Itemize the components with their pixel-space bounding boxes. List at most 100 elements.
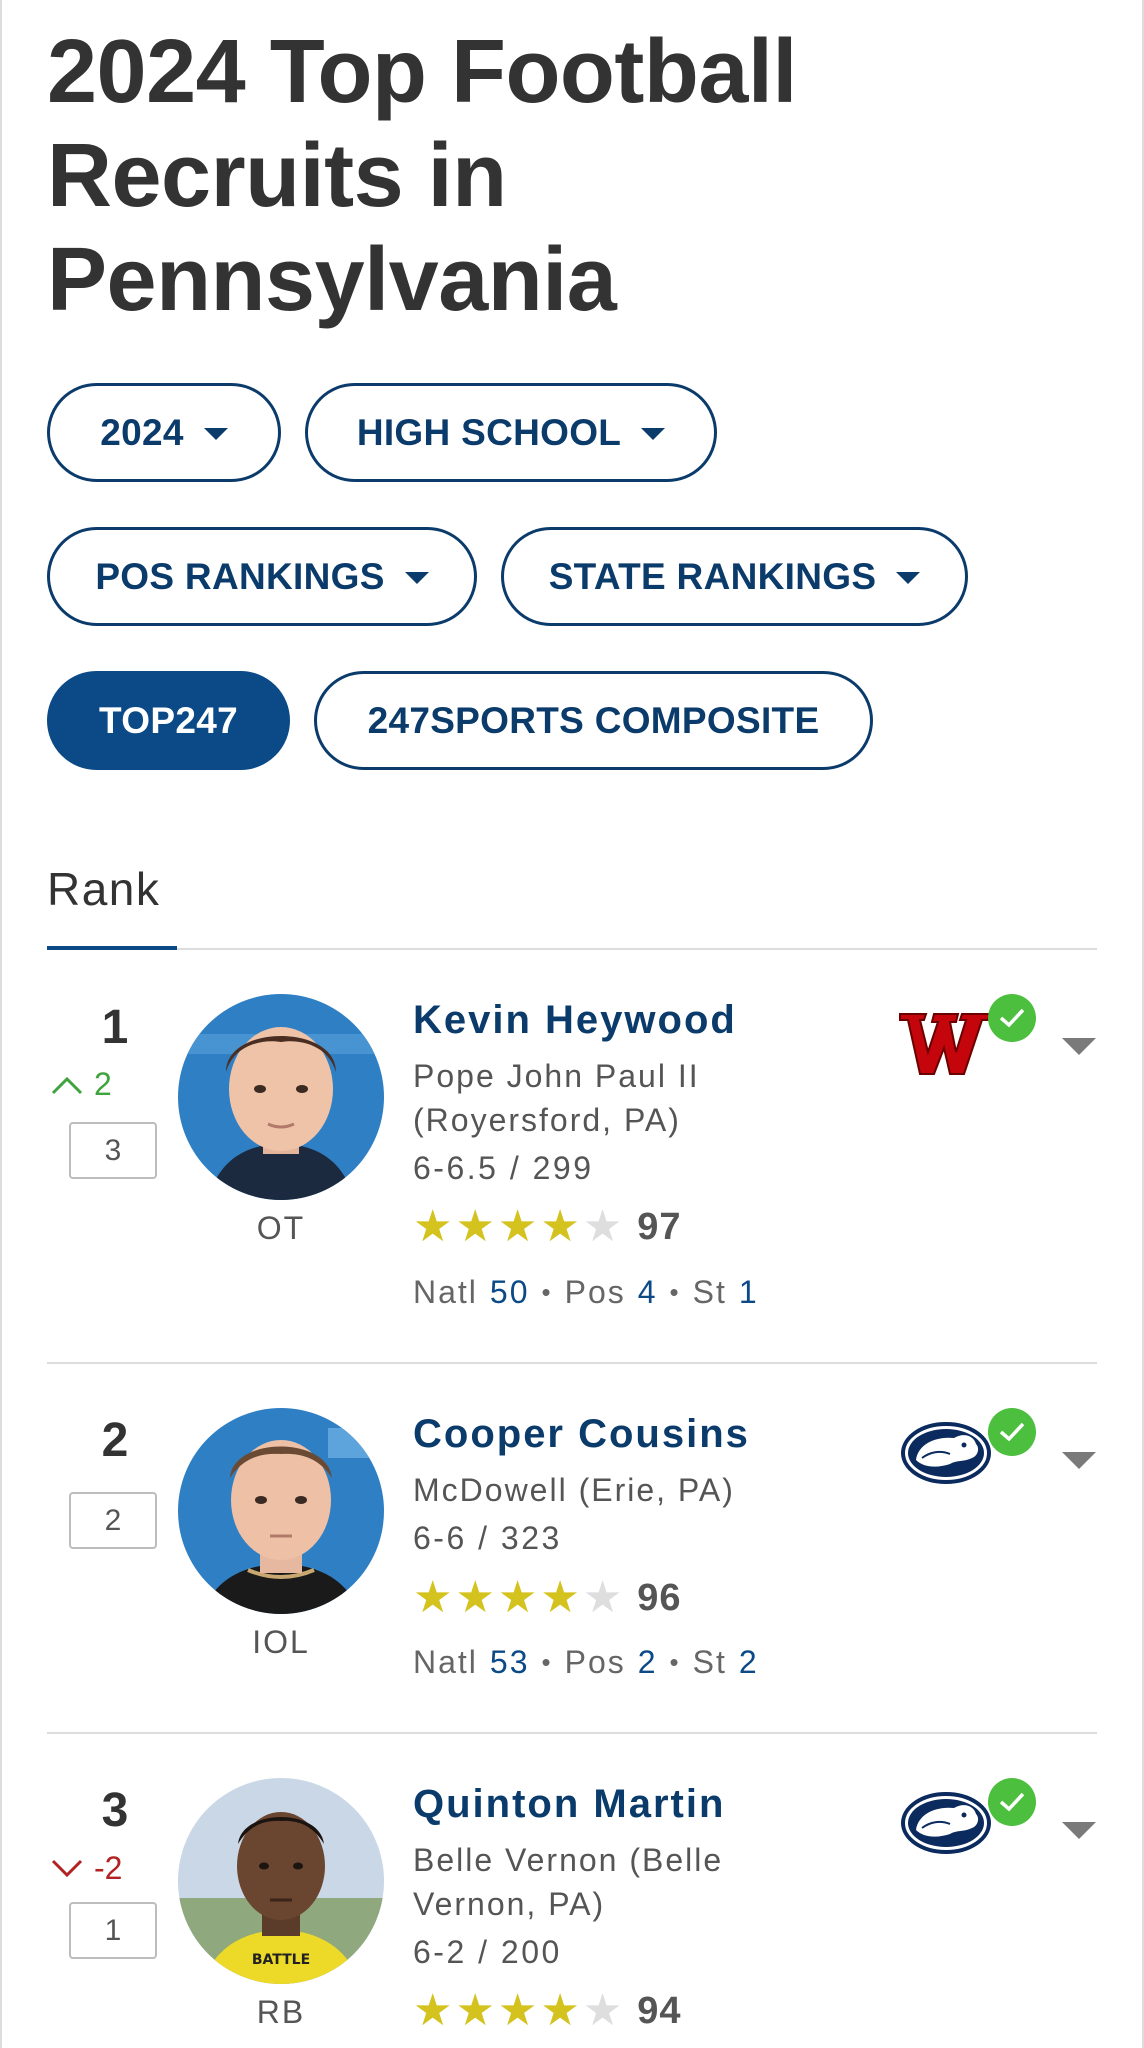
star-icon: ★ [497,1201,538,1252]
natl-rank[interactable]: 50 [490,1274,530,1311]
pos-label: Pos [564,1644,626,1680]
star-icon: ★ [455,1201,495,1252]
chevron-down-icon[interactable] [1062,1822,1096,1839]
star-icon: ★ [497,1985,538,2036]
state-rank[interactable]: 1 [739,1274,759,1311]
player-measurements: 6-6.5 / 299 [413,1150,594,1186]
state-rankings-label: STATE RANKINGS [548,555,877,597]
player-rating: 97 [637,1205,682,1248]
school-line: Vernon, PA) [413,1886,606,1922]
player-rating: 94 [637,1989,682,2032]
rank-number: 2 [101,1414,129,1467]
player-school: Belle Vernon (Belle Vernon, PA) [413,1838,833,1926]
rank-number: 3 [101,1784,129,1837]
star-icon: ★ [455,1572,495,1623]
star-icon: ★ [540,1985,580,2036]
chevron-down-icon[interactable] [1062,1038,1096,1055]
star-icon: ★ [413,1201,453,1252]
row-divider [47,1362,1097,1364]
star-rating: ★ ★ ★ ★ ★ 96 [413,1576,682,1620]
penn-state-logo[interactable] [898,1788,993,1858]
star-icon: ★ [413,1572,453,1623]
caret-down-icon [203,427,228,440]
pos-rank[interactable]: 2 [638,1644,658,1681]
player-photo[interactable]: BATTLE [178,1778,384,1984]
composite-label: 247SPORTS COMPOSITE [367,699,820,741]
player-position: OT [256,1210,306,1246]
year-dropdown-label: 2024 [100,411,184,453]
st-label: St [692,1274,727,1310]
rank-breakdown: Natl 50 • Pos 4 • St 1 [413,1274,759,1311]
player-name[interactable]: Kevin Heywood [413,998,737,1043]
player-photo[interactable] [178,1408,384,1614]
school-line: (Royersford, PA) [413,1102,681,1138]
star-icon: ★ [413,1985,453,2036]
natl-rank[interactable]: 53 [490,1644,530,1681]
star-icon: ★ [540,1201,580,1252]
check-circle-icon [988,1408,1036,1456]
rank-tab[interactable]: Rank [47,862,160,916]
star-icon: ★ [497,1572,538,1623]
chevron-up-icon [51,1076,83,1094]
star-empty-icon: ★ [582,1985,623,2036]
player-measurements: 6-2 / 200 [413,1934,562,1970]
player-position: RB [256,1994,306,2030]
player-name[interactable]: Cooper Cousins [413,1412,750,1457]
state-rank[interactable]: 2 [739,1644,759,1681]
rank-movement: -2 [50,1850,160,1887]
player-school: McDowell (Erie, PA) [413,1468,833,1512]
year-dropdown[interactable]: 2024 [47,383,281,482]
rank-number: 1 [101,1001,129,1054]
page-title: 2024 Top Football Recruits in Pennsylvan… [47,22,797,330]
previous-rank-box: 1 [69,1902,157,1959]
penn-state-logo[interactable] [898,1418,993,1488]
school-line: Belle Vernon (Belle [413,1842,724,1878]
pos-label: Pos [564,1274,626,1310]
state-rankings-dropdown[interactable]: STATE RANKINGS [501,527,968,626]
header-divider [47,948,1097,950]
player-school: Pope John Paul II (Royersford, PA) [413,1054,833,1142]
player-photo[interactable] [178,994,384,1200]
star-empty-icon: ★ [582,1201,623,1252]
previous-rank-box: 3 [69,1122,157,1179]
natl-label: Natl [413,1644,478,1680]
star-rating: ★ ★ ★ ★ ★ 97 [413,1205,682,1249]
separator-dot: • [541,1277,553,1307]
check-circle-icon [988,994,1036,1042]
separator-dot: • [669,1647,681,1677]
level-dropdown[interactable]: HIGH SCHOOL [305,383,717,482]
caret-down-icon [641,427,666,440]
star-empty-icon: ★ [582,1572,623,1623]
st-label: St [692,1644,727,1680]
pos-rank[interactable]: 4 [638,1274,658,1311]
school-line: Pope John Paul II [413,1058,700,1094]
pos-rankings-label: POS RANKINGS [95,555,385,597]
star-icon: ★ [540,1572,580,1623]
player-name[interactable]: Quinton Martin [413,1782,725,1827]
rank-tab-underline [47,946,177,950]
wisconsin-logo[interactable] [898,1008,993,1078]
star-icon: ★ [455,1985,495,2036]
composite-toggle[interactable]: 247SPORTS COMPOSITE [314,671,873,770]
svg-text:BATTLE: BATTLE [252,1952,310,1968]
top247-label: TOP247 [99,699,238,741]
rank-movement: 2 [50,1066,160,1103]
rank-movement-value: -2 [94,1850,123,1886]
row-divider [47,1732,1097,1734]
top247-toggle[interactable]: TOP247 [47,671,290,770]
caret-down-icon [896,571,921,584]
check-circle-icon [988,1778,1036,1826]
player-position: IOL [252,1624,310,1660]
school-line: McDowell (Erie, PA) [413,1472,735,1508]
caret-down-icon [404,571,429,584]
level-dropdown-label: HIGH SCHOOL [356,411,622,453]
star-rating: ★ ★ ★ ★ ★ 94 [413,1989,682,2033]
separator-dot: • [669,1277,681,1307]
natl-label: Natl [413,1274,478,1310]
player-rating: 96 [637,1576,682,1619]
chevron-down-icon[interactable] [1062,1452,1096,1469]
player-measurements: 6-6 / 323 [413,1520,562,1556]
rank-breakdown: Natl 53 • Pos 2 • St 2 [413,1644,759,1681]
pos-rankings-dropdown[interactable]: POS RANKINGS [47,527,477,626]
previous-rank-box: 2 [69,1492,157,1549]
